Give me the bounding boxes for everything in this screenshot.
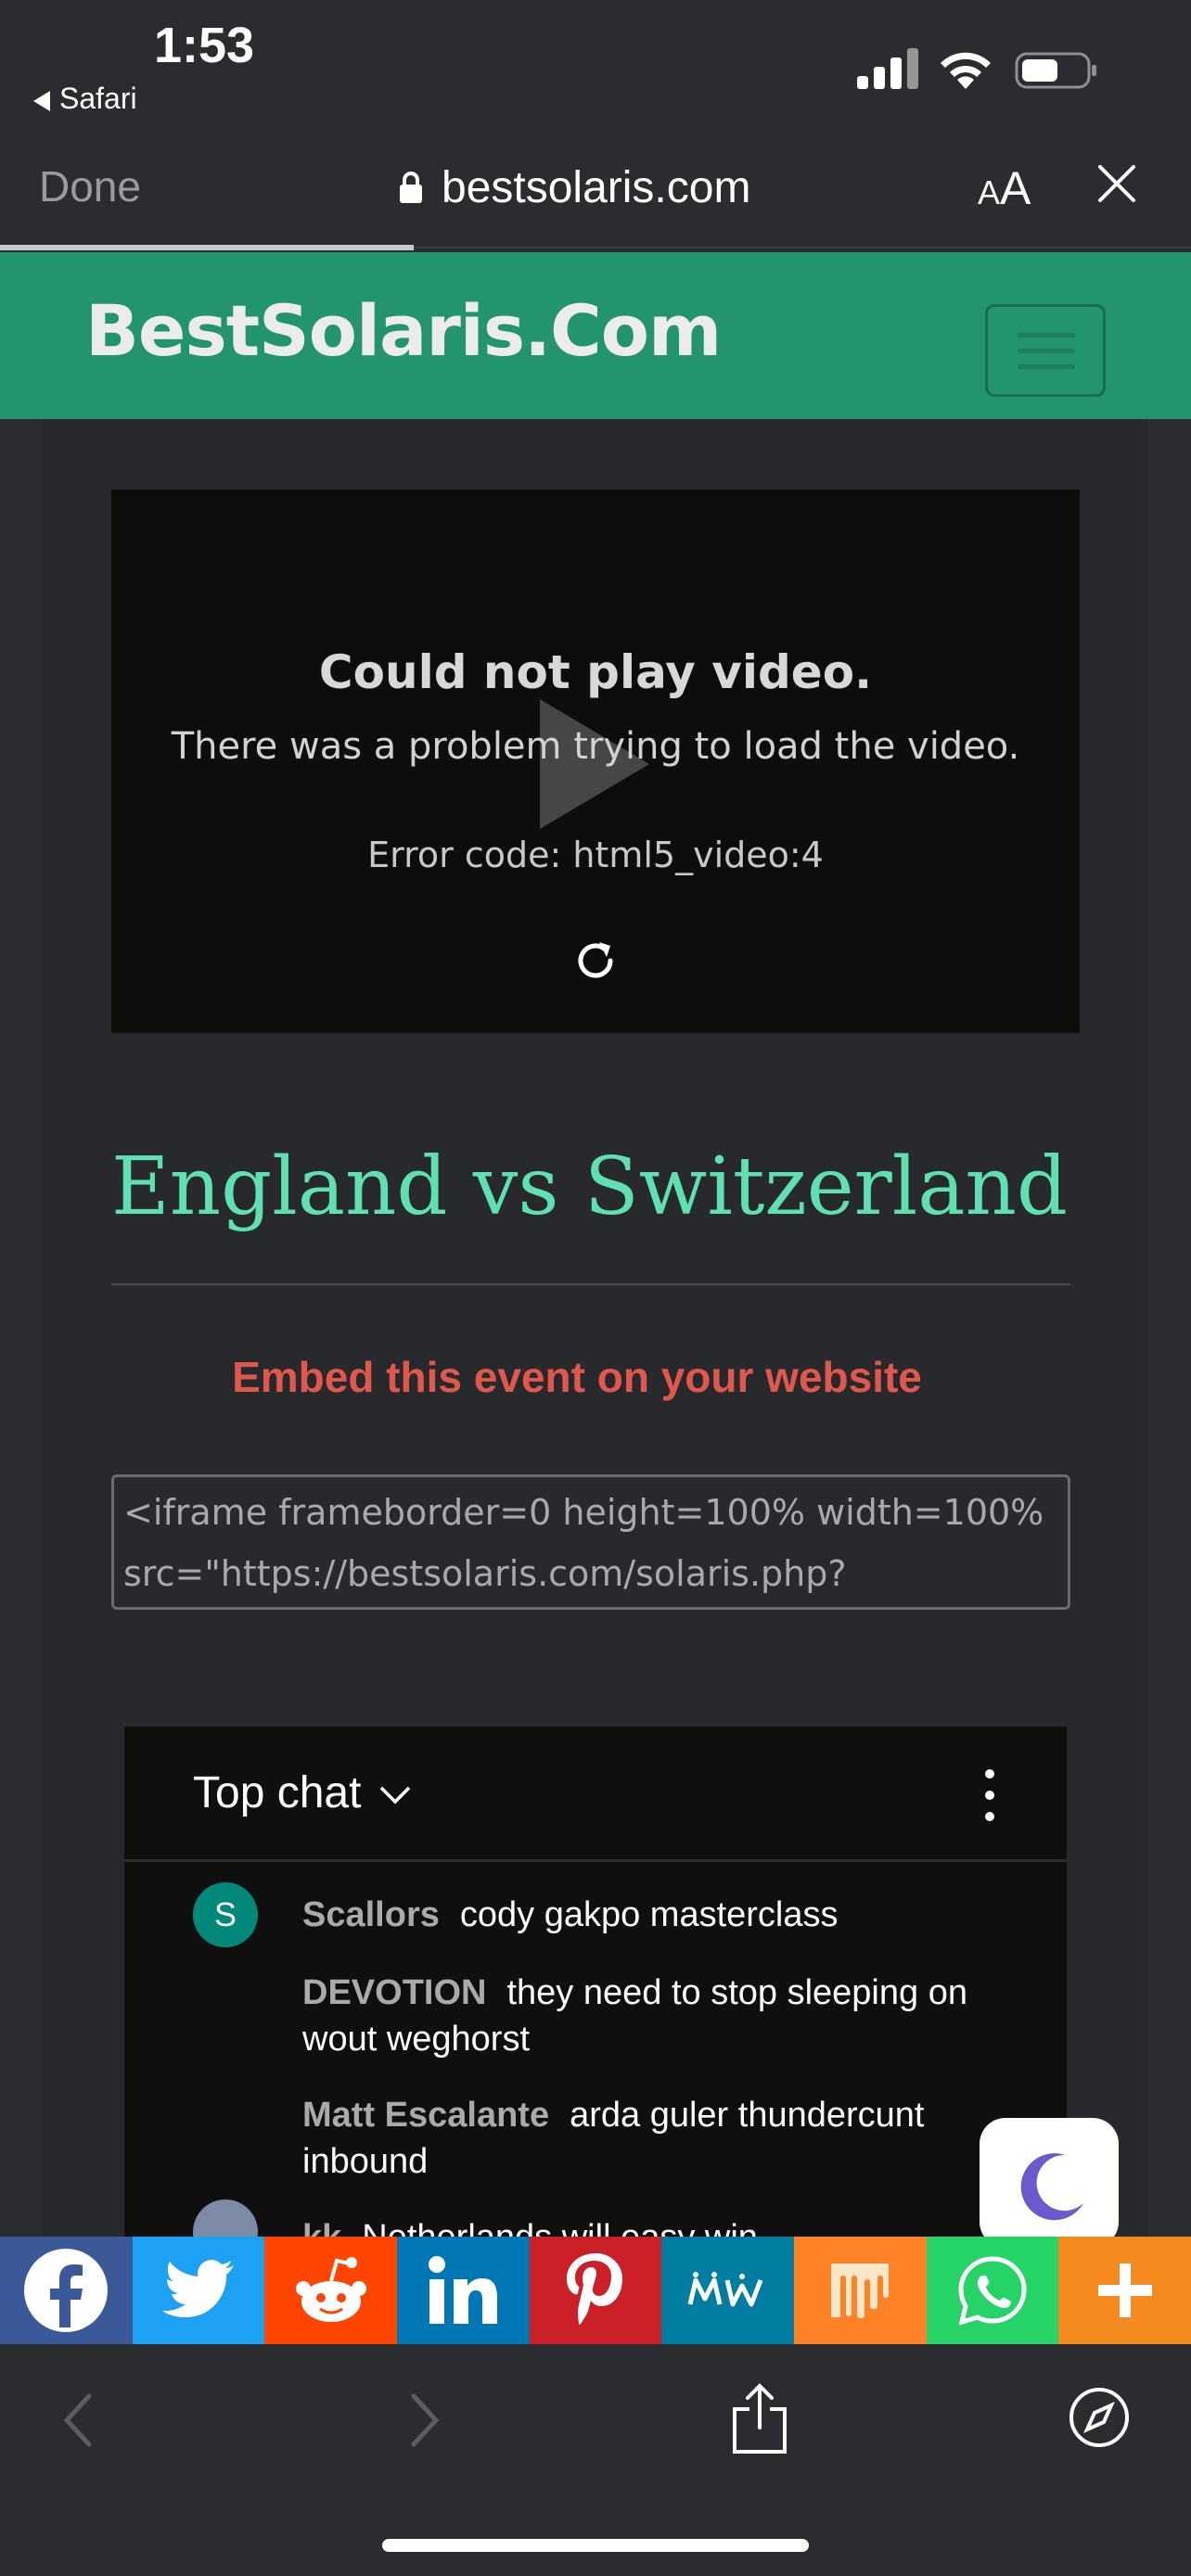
back-to-app-link[interactable]: Safari xyxy=(33,82,137,116)
facebook-share-button[interactable] xyxy=(0,2237,133,2344)
hamburger-line xyxy=(1018,333,1075,338)
aa-small-label: A xyxy=(978,173,1001,211)
forward-arrow-icon[interactable] xyxy=(406,2391,443,2450)
reddit-share-button[interactable] xyxy=(264,2237,397,2344)
chat-author[interactable]: Matt Escalante xyxy=(302,2096,549,2135)
embed-code-textarea[interactable]: <iframe frameborder=0 height=100% width=… xyxy=(111,1474,1070,1610)
status-time: 1:53 xyxy=(154,18,255,73)
home-indicator xyxy=(382,2539,809,2552)
linkedin-share-button[interactable] xyxy=(396,2237,530,2344)
avatar: S xyxy=(193,1882,258,1947)
dark-mode-toggle[interactable] xyxy=(980,2118,1119,2248)
embed-code-line: src="https://bestsolaris.com/solaris.php… xyxy=(123,1553,847,1594)
chevron-down-icon[interactable] xyxy=(378,1784,412,1806)
divider xyxy=(111,1283,1070,1285)
pinterest-icon xyxy=(566,2253,622,2325)
safari-toolbar: Done bestsolaris.com AA xyxy=(0,139,1191,252)
pinterest-share-button[interactable] xyxy=(529,2237,662,2344)
reader-text-size-button[interactable]: AA xyxy=(978,161,1031,215)
back-arrow-icon xyxy=(33,90,50,111)
chat-header: Top chat xyxy=(124,1727,1067,1862)
share-icon[interactable] xyxy=(727,2381,792,2455)
site-brand-logo[interactable]: BestSolaris.Com xyxy=(85,289,722,372)
linkedin-icon xyxy=(429,2256,498,2324)
mix-icon xyxy=(831,2264,890,2318)
mix-share-button[interactable] xyxy=(793,2237,927,2344)
embed-label: Embed this event on your website xyxy=(232,1353,922,1401)
hamburger-line xyxy=(1018,364,1075,369)
mewe-share-button[interactable] xyxy=(661,2237,794,2344)
url-text: bestsolaris.com xyxy=(442,162,751,212)
menu-toggle-button[interactable] xyxy=(985,304,1106,397)
done-button[interactable]: Done xyxy=(39,161,141,211)
aa-big-label: A xyxy=(1000,162,1031,214)
chat-author[interactable]: kk xyxy=(302,2218,341,2237)
chat-text: cody gakpo masterclass xyxy=(459,1895,839,1934)
hamburger-line xyxy=(1018,349,1075,353)
status-bar: 1:53 Safari xyxy=(0,0,1191,139)
whatsapp-icon xyxy=(958,2256,1027,2326)
live-chat: Top chat S Scallors cody gakpo masterclas… xyxy=(124,1727,1067,2237)
back-app-label: Safari xyxy=(59,82,137,115)
video-player[interactable]: Could not play video. There was a proble… xyxy=(111,490,1080,1033)
plus-icon xyxy=(1097,2264,1152,2317)
twitter-share-button[interactable] xyxy=(132,2237,265,2344)
chat-message: Scallors cody gakpo masterclass xyxy=(302,1892,1026,1938)
mewe-icon xyxy=(687,2272,762,2307)
chat-text: Netherlands will easy win xyxy=(362,2218,758,2237)
video-error-title: Could not play video. xyxy=(318,645,873,699)
moon-icon xyxy=(1020,2153,1083,2221)
more-options-icon[interactable] xyxy=(985,1769,996,1821)
chat-message: kk Netherlands will easy win xyxy=(302,2214,1026,2237)
chat-message: Matt Escalante arda guler thundercunt inb… xyxy=(302,2092,1026,2185)
event-title: England vs Switzerland xyxy=(111,1141,1068,1233)
reddit-icon xyxy=(295,2257,366,2322)
close-icon[interactable] xyxy=(1095,161,1139,206)
site-header: BestSolaris.Com xyxy=(0,252,1191,419)
reload-icon[interactable] xyxy=(570,935,621,987)
chat-message: DEVOTION they need to stop sleeping on wo… xyxy=(302,1970,1026,2062)
back-arrow-icon[interactable] xyxy=(59,2391,96,2450)
chat-author[interactable]: DEVOTION xyxy=(302,1973,486,2012)
video-error-message: There was a problem trying to load the v… xyxy=(171,725,1020,768)
top-chat-dropdown[interactable]: Top chat xyxy=(193,1767,361,1818)
load-progress-bar xyxy=(0,245,414,250)
whatsapp-share-button[interactable] xyxy=(926,2237,1059,2344)
wifi-icon xyxy=(941,52,991,89)
chat-author[interactable]: Scallors xyxy=(302,1895,440,1934)
compass-icon[interactable] xyxy=(1067,2385,1132,2450)
address-bar[interactable]: bestsolaris.com xyxy=(399,159,750,215)
embed-code-line: <iframe frameborder=0 height=100% width=… xyxy=(123,1492,1044,1533)
facebook-icon xyxy=(24,2249,109,2332)
video-error-code: Error code: html5_video:4 xyxy=(367,835,824,875)
social-share-bar xyxy=(0,2237,1191,2344)
battery-icon xyxy=(1015,52,1096,89)
lock-icon xyxy=(400,172,422,203)
more-share-button[interactable] xyxy=(1058,2237,1191,2344)
cellular-signal-icon xyxy=(857,46,918,89)
twitter-icon xyxy=(161,2260,234,2317)
avatar xyxy=(193,2200,258,2237)
